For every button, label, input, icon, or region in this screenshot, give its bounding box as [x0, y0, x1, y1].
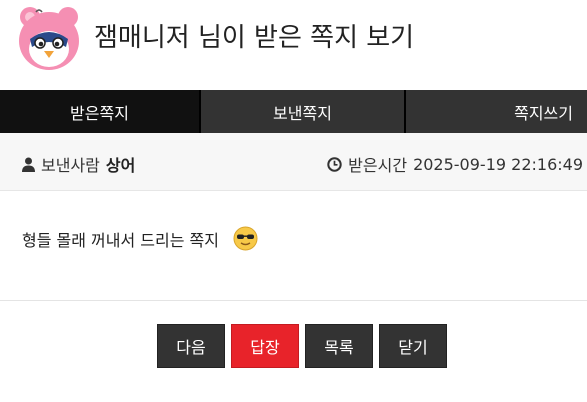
- divider: [0, 300, 587, 301]
- page-title: 잼매니저 님이 받은 쪽지 보기: [94, 23, 415, 53]
- message-tabs: 받은쪽지 보낸쪽지 쪽지쓰기: [0, 90, 587, 133]
- close-button[interactable]: 닫기: [379, 324, 447, 368]
- sender-name: 상어: [105, 156, 136, 175]
- received-info: 받은시간 2025-09-19 22:16:49: [327, 152, 583, 176]
- sunglasses-emoji-icon: [233, 226, 258, 251]
- received-label: 받은시간: [348, 156, 408, 175]
- tab-write[interactable]: 쪽지쓰기: [404, 90, 587, 133]
- next-button[interactable]: 다음: [157, 324, 225, 368]
- action-buttons: 다음 답장 목록 닫기: [157, 324, 447, 368]
- sender-info: 보낸사람 상어: [22, 152, 135, 176]
- clock-icon: [327, 156, 342, 172]
- message-text: 형들 몰래 꺼내서 드리는 쪽지: [22, 230, 219, 250]
- header: 잼매니저 님이 받은 쪽지 보기: [0, 0, 587, 78]
- tab-sent[interactable]: 보낸쪽지: [199, 90, 404, 133]
- received-time: 2025-09-19 22:16:49: [413, 154, 583, 174]
- reply-button[interactable]: 답장: [231, 324, 299, 368]
- list-button[interactable]: 목록: [305, 324, 373, 368]
- message-body: 형들 몰래 꺼내서 드리는 쪽지: [22, 226, 258, 251]
- user-icon: [22, 157, 35, 172]
- tab-received[interactable]: 받은쪽지: [0, 90, 199, 133]
- pink-bear-mascot-avatar-icon: [19, 7, 79, 70]
- sender-label: 보낸사람: [41, 156, 100, 175]
- message-info-bar: 보낸사람 상어 받은시간 2025-09-19 22:16:49: [0, 133, 587, 191]
